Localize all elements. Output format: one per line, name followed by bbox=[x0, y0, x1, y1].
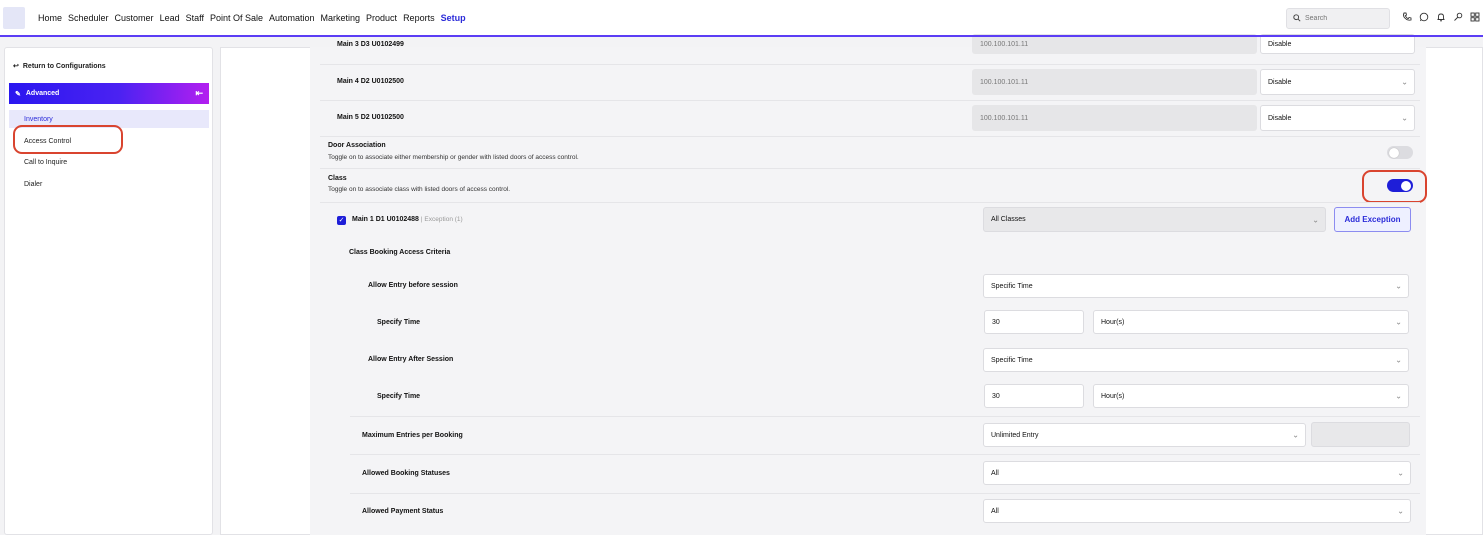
payment-status-value: All bbox=[991, 507, 999, 515]
nav-overlay bbox=[0, 0, 1483, 37]
class-title: Class bbox=[328, 175, 347, 182]
booking-status-value: All bbox=[991, 469, 999, 477]
door-status-value: Disable bbox=[1268, 40, 1292, 48]
after-time-input[interactable]: 30 bbox=[984, 384, 1084, 408]
door-ip-field: 100.100.101.11 bbox=[972, 34, 1257, 54]
door-name: Main 4 D2 U0102500 bbox=[337, 78, 404, 85]
entry-after-select[interactable]: Specific Time ⌄ bbox=[983, 348, 1409, 372]
chevron-down-icon: ⌄ bbox=[1395, 355, 1402, 365]
add-exception-button[interactable]: Add Exception bbox=[1334, 207, 1411, 232]
chevron-down-icon: ⌄ bbox=[1312, 215, 1319, 224]
before-time-input[interactable]: 30 bbox=[984, 310, 1084, 334]
entry-before-label: Allow Entry before session bbox=[368, 282, 458, 289]
max-entries-count-field bbox=[1311, 422, 1410, 447]
sidebar-item-dialer[interactable]: Dialer bbox=[9, 175, 209, 193]
wrench-icon: ✎ bbox=[15, 90, 21, 98]
door-status-select[interactable]: Disable ⌄ bbox=[1260, 105, 1415, 131]
divider bbox=[320, 136, 1420, 137]
return-to-configurations-link[interactable]: ↩ Return to Configurations bbox=[13, 62, 106, 71]
door-name: Main 3 D3 U0102499 bbox=[337, 41, 404, 48]
entry-before-value: Specific Time bbox=[991, 282, 1033, 290]
collapse-sidebar-icon[interactable]: ⇤ bbox=[195, 88, 203, 99]
entry-before-select[interactable]: Specific Time ⌄ bbox=[983, 274, 1409, 298]
before-time-unit-select[interactable]: Hour(s) ⌄ bbox=[1093, 310, 1409, 334]
chevron-down-icon: ⌄ bbox=[1397, 506, 1404, 516]
door-association-toggle[interactable] bbox=[1387, 146, 1413, 159]
divider bbox=[350, 416, 1420, 417]
door-status-select[interactable]: Disable ⌄ bbox=[1260, 69, 1415, 95]
after-time-unit-select[interactable]: Hour(s) ⌄ bbox=[1093, 384, 1409, 408]
exception-count[interactable]: | Exception (1) bbox=[421, 216, 463, 223]
door-status-value: Disable bbox=[1268, 114, 1292, 122]
class-door-name: Main 1 D1 U0102488 | Exception (1) bbox=[352, 216, 463, 223]
door-ip-field: 100.100.101.11 bbox=[972, 105, 1257, 131]
advanced-section-header[interactable]: ✎ Advanced ⇤ bbox=[9, 83, 209, 104]
toggle-knob bbox=[1389, 147, 1399, 158]
divider bbox=[320, 168, 1420, 169]
class-desc: Toggle on to associate class with listed… bbox=[328, 186, 511, 193]
door-status-value: Disable bbox=[1268, 78, 1292, 86]
back-arrow-icon: ↩ bbox=[13, 63, 19, 70]
chevron-down-icon: ⌄ bbox=[1401, 77, 1408, 87]
entry-after-label: Allow Entry After Session bbox=[368, 356, 454, 363]
payment-status-label: Allowed Payment Status bbox=[362, 508, 444, 515]
max-entries-select[interactable]: Unlimited Entry ⌄ bbox=[983, 423, 1306, 447]
before-time-unit-value: Hour(s) bbox=[1101, 318, 1125, 326]
criteria-title: Class Booking Access Criteria bbox=[349, 249, 451, 256]
advanced-label: Advanced bbox=[25, 90, 60, 97]
entry-after-value: Specific Time bbox=[991, 356, 1033, 364]
door-ip-field: 100.100.101.11 bbox=[972, 69, 1257, 95]
door-association-desc: Toggle on to associate either membership… bbox=[328, 154, 579, 161]
return-label: Return to Configurations bbox=[22, 62, 106, 70]
sidebar-item-call-to-inquire[interactable]: Call to Inquire bbox=[9, 153, 209, 171]
divider bbox=[320, 64, 1420, 65]
highlight-class-toggle bbox=[1362, 170, 1427, 203]
chevron-down-icon: ⌄ bbox=[1397, 468, 1404, 478]
chevron-down-icon: ⌄ bbox=[1292, 430, 1299, 440]
booking-status-label: Allowed Booking Statuses bbox=[362, 470, 450, 477]
max-entries-label: Maximum Entries per Booking bbox=[362, 432, 463, 439]
chevron-down-icon: ⌄ bbox=[1395, 391, 1402, 401]
payment-status-select[interactable]: All ⌄ bbox=[983, 499, 1411, 523]
class-door-checkbox[interactable]: ✓ bbox=[337, 216, 346, 225]
booking-status-select[interactable]: All ⌄ bbox=[983, 461, 1411, 485]
class-select[interactable]: All Classes ⌄ bbox=[983, 207, 1326, 232]
class-door-label: Main 1 D1 U0102488 bbox=[352, 216, 419, 223]
divider bbox=[350, 493, 1420, 494]
sidebar: ↩ Return to Configurations ✎ Advanced ⇤ … bbox=[4, 47, 213, 535]
max-entries-value: Unlimited Entry bbox=[991, 431, 1039, 439]
chevron-down-icon: ⌄ bbox=[1395, 281, 1402, 291]
door-association-title: Door Association bbox=[328, 142, 386, 149]
specify-time-label: Specify Time bbox=[377, 393, 421, 400]
highlight-access-control bbox=[13, 125, 123, 154]
class-select-value: All Classes bbox=[991, 216, 1026, 223]
chevron-down-icon: ⌄ bbox=[1401, 113, 1408, 123]
divider bbox=[350, 454, 1420, 455]
door-name: Main 5 D2 U0102500 bbox=[337, 114, 404, 121]
chevron-down-icon: ⌄ bbox=[1395, 317, 1402, 327]
specify-time-label: Specify Time bbox=[377, 319, 421, 326]
door-status-select[interactable]: Disable bbox=[1260, 34, 1415, 54]
divider bbox=[320, 100, 1420, 101]
divider bbox=[320, 202, 1420, 203]
after-time-unit-value: Hour(s) bbox=[1101, 392, 1125, 400]
